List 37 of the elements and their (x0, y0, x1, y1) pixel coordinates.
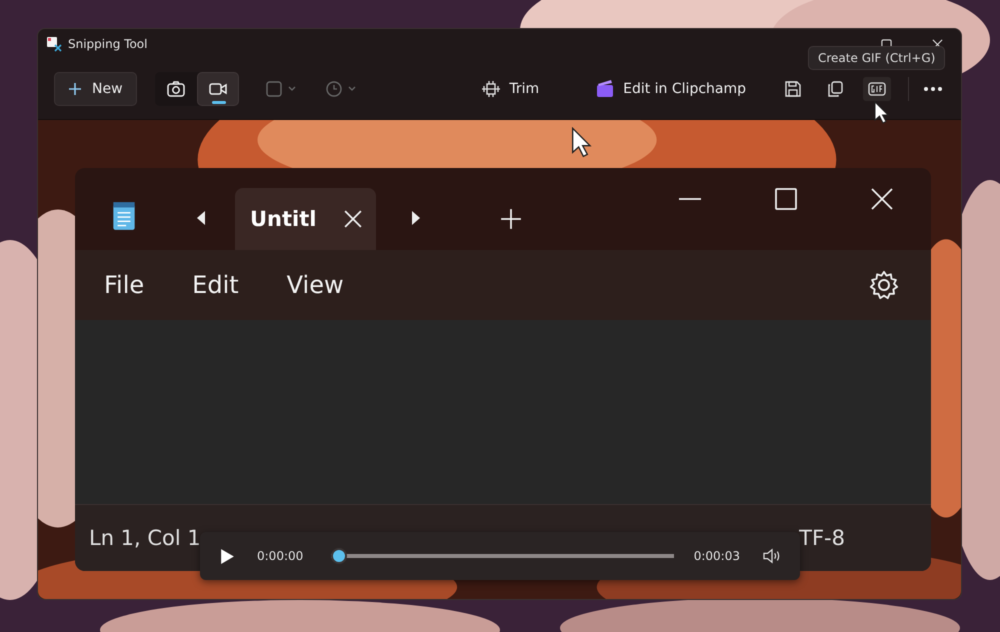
scroll-right-icon[interactable] (410, 210, 422, 226)
trim-button[interactable]: Trim (475, 75, 546, 103)
clipchamp-button[interactable]: Edit in Clipchamp (589, 75, 752, 103)
duration-time: 0:00:03 (694, 549, 740, 563)
tooltip: Create GIF (Ctrl+G) (808, 46, 946, 70)
clapperboard-icon (595, 79, 616, 99)
app-icon (46, 36, 62, 52)
elapsed-time: 0:00:00 (257, 549, 304, 563)
gif-icon[interactable] (862, 76, 892, 102)
status-text: Ln 1, Col 1 (89, 526, 201, 550)
save-icon[interactable] (784, 80, 802, 98)
status-text: TF-8 (799, 526, 845, 550)
window-title: Snipping Tool (68, 37, 148, 51)
camera-icon (166, 79, 186, 99)
copy-icon[interactable] (826, 80, 844, 98)
seek-thumb[interactable] (331, 548, 348, 564)
notepad-tab[interactable]: Untitl (235, 188, 376, 250)
pointer-icon (874, 101, 890, 125)
scroll-left-icon[interactable] (195, 210, 207, 226)
tab-title: Untitl (250, 207, 316, 231)
close-icon[interactable] (871, 188, 893, 210)
menu-item[interactable]: Edit (192, 271, 239, 299)
settings-icon[interactable] (869, 270, 899, 300)
maximize-icon[interactable] (775, 188, 797, 210)
trim-icon (481, 79, 502, 99)
new-tab-icon[interactable] (500, 208, 522, 230)
menu-item[interactable]: View (286, 271, 344, 299)
close-icon[interactable] (344, 210, 362, 228)
plus-icon (68, 82, 82, 96)
pointer-icon (571, 127, 593, 159)
video-mode-button[interactable] (196, 72, 239, 106)
notepad-icon (111, 200, 137, 232)
play-icon[interactable] (220, 548, 235, 564)
volume-icon[interactable] (762, 548, 782, 564)
more-icon[interactable] (923, 86, 943, 92)
menu-item[interactable]: File (104, 271, 144, 299)
new-button[interactable]: New (54, 72, 137, 106)
